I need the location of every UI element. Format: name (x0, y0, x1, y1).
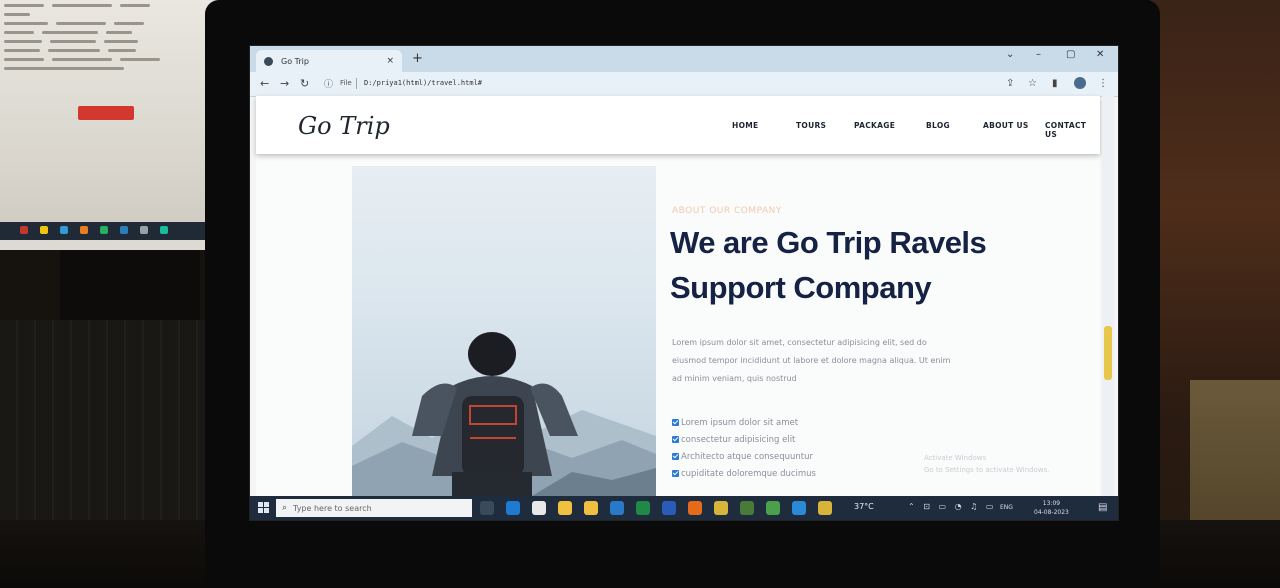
notification-icon[interactable]: ▤ (1098, 502, 1107, 513)
checklist-item: Lorem ipsum dolor sit amet (672, 414, 816, 431)
word-icon[interactable] (662, 501, 676, 515)
background-monitor-taskbar (0, 222, 218, 240)
nav-blog[interactable]: BLOG (926, 121, 950, 130)
checklist-item: Architecto atque consequuntur (672, 448, 816, 465)
url-file-label: File (340, 79, 352, 87)
info-icon[interactable]: ⓘ (324, 77, 333, 90)
checklist-item-label: Lorem ipsum dolor sit amet (681, 417, 799, 428)
about-tag: ABOUT OUR COMPANY (672, 206, 782, 216)
url-input[interactable]: D:/priya1(html)/travel.html# (364, 79, 482, 87)
check-icon (672, 470, 679, 477)
reload-icon[interactable]: ↻ (300, 77, 309, 90)
new-tab-button[interactable]: + (412, 51, 423, 66)
task-view-icon[interactable] (480, 501, 494, 515)
excel-icon[interactable] (636, 501, 650, 515)
file-explorer-icon[interactable] (558, 501, 572, 515)
check-icon (672, 436, 679, 443)
tab-search-chevron-icon[interactable]: ⌄ (1006, 49, 1014, 60)
nav-package[interactable]: PACKAGE (854, 121, 895, 130)
checklist-item: consectetur adipisicing elit (672, 431, 816, 448)
star-icon[interactable]: ☆ (1028, 78, 1037, 89)
globe-icon (264, 56, 273, 66)
folder-icon[interactable] (584, 501, 598, 515)
checklist-item: cupiditate doloremque ducimus (672, 465, 816, 482)
about-description-line-1: Lorem ipsum dolor sit amet, consectetur … (672, 338, 927, 347)
url-divider (356, 78, 357, 89)
chrome-alt-icon[interactable] (766, 501, 780, 515)
system-tray-icons[interactable]: ⌃ ⊡ ▭ ◔ ♫ ▭ (908, 502, 996, 511)
clock-date: 04-08-2023 (1034, 509, 1069, 516)
forward-arrow-icon[interactable]: → (280, 77, 289, 90)
weather-widget[interactable]: 37°C (854, 502, 874, 511)
laptop-screen: Go Trip × + ⌄ – ▢ ✕ ← → ↻ ⓘ File D:/priy… (250, 46, 1118, 520)
check-icon (672, 453, 679, 460)
edge-icon[interactable] (506, 501, 520, 515)
background-monitor (0, 0, 218, 250)
store-icon[interactable] (532, 501, 546, 515)
checklist-item-label: cupiditate doloremque ducimus (681, 468, 816, 479)
nav-home[interactable]: HOME (732, 121, 758, 130)
feature-checklist: Lorem ipsum dolor sit amet consectetur a… (672, 414, 816, 482)
background-curtain (1150, 0, 1280, 588)
profile-avatar[interactable] (1074, 77, 1086, 89)
taskbar-search-placeholder: Type here to search (293, 503, 372, 513)
windows-taskbar: ⌕ Type here to search 37°C ⌃ ⊡ ▭ ◔ ♫ ▭ E… (250, 496, 1118, 520)
chrome-icon[interactable] (714, 501, 728, 515)
nav-tours[interactable]: TOURS (796, 121, 826, 130)
nav-about-us[interactable]: ABOUT US (983, 121, 1029, 130)
windows-start-icon[interactable] (258, 502, 269, 513)
about-title-line-2: Support Company (670, 270, 932, 305)
scrollbar-thumb[interactable] (1104, 326, 1112, 380)
sidebar-icon[interactable]: ▮ (1052, 78, 1058, 89)
taskbar-clock[interactable]: 13:09 04-08-2023 (1034, 499, 1069, 517)
about-hiker-image (352, 166, 656, 496)
chrome-profile-icon[interactable] (740, 501, 754, 515)
mail-icon[interactable] (610, 501, 624, 515)
minimize-button[interactable]: – (1036, 49, 1041, 60)
watermark-line-1: Activate Windows (924, 454, 987, 462)
page-scrollbar[interactable] (1102, 96, 1114, 496)
browser-tab-bar: Go Trip × + ⌄ – ▢ ✕ (250, 46, 1118, 72)
maximize-button[interactable]: ▢ (1066, 49, 1075, 60)
about-description: Lorem ipsum dolor sit amet, consectetur … (672, 334, 972, 388)
background-keyboard (0, 320, 230, 520)
search-icon: ⌕ (282, 503, 288, 513)
browser-address-bar: ← → ↻ ⓘ File D:/priya1(html)/travel.html… (250, 72, 1118, 97)
chrome-active-icon[interactable] (818, 501, 832, 515)
about-title: We are Go Trip Ravels Support Company (670, 220, 990, 310)
activate-windows-watermark: Activate Windows Go to Settings to activ… (924, 452, 1049, 476)
back-arrow-icon[interactable]: ← (260, 77, 269, 90)
taskbar-search-box[interactable]: ⌕ Type here to search (276, 499, 472, 517)
clock-time: 13:09 (1042, 500, 1061, 507)
close-window-button[interactable]: ✕ (1096, 49, 1104, 60)
web-page: Go Trip HOME TOURS PACKAGE BLOG ABOUT US… (256, 96, 1100, 496)
share-icon[interactable]: ⇪ (1006, 78, 1014, 89)
firefox-icon[interactable] (688, 501, 702, 515)
checklist-item-label: consectetur adipisicing elit (681, 434, 796, 445)
more-menu-icon[interactable]: ⋮ (1098, 78, 1108, 89)
browser-tab[interactable]: Go Trip × (256, 50, 402, 72)
checklist-item-label: Architecto atque consequuntur (681, 451, 813, 462)
about-title-line-1: We are Go Trip Ravels (670, 225, 987, 260)
hiker-figure (412, 332, 578, 496)
tab-title: Go Trip (281, 56, 309, 66)
check-icon (672, 419, 679, 426)
site-header: Go Trip HOME TOURS PACKAGE BLOG ABOUT US… (256, 96, 1100, 154)
about-description-line-2: eiusmod tempor incididunt ut labore et d… (672, 356, 951, 365)
tab-close-icon[interactable]: × (386, 56, 394, 66)
background-monitor-content (4, 4, 210, 76)
watermark-line-2: Go to Settings to activate Windows. (924, 466, 1050, 474)
about-description-line-3: ad minim veniam, quis nostrud (672, 374, 797, 383)
language-indicator[interactable]: ENG (1000, 504, 1013, 511)
background-red-button (78, 106, 134, 120)
background-monitor-stand (60, 250, 200, 320)
site-logo[interactable]: Go Trip (298, 112, 390, 140)
vscode-icon[interactable] (792, 501, 806, 515)
background-monitor-screen (0, 0, 212, 238)
nav-contact-us[interactable]: CONTACT US (1045, 121, 1100, 139)
